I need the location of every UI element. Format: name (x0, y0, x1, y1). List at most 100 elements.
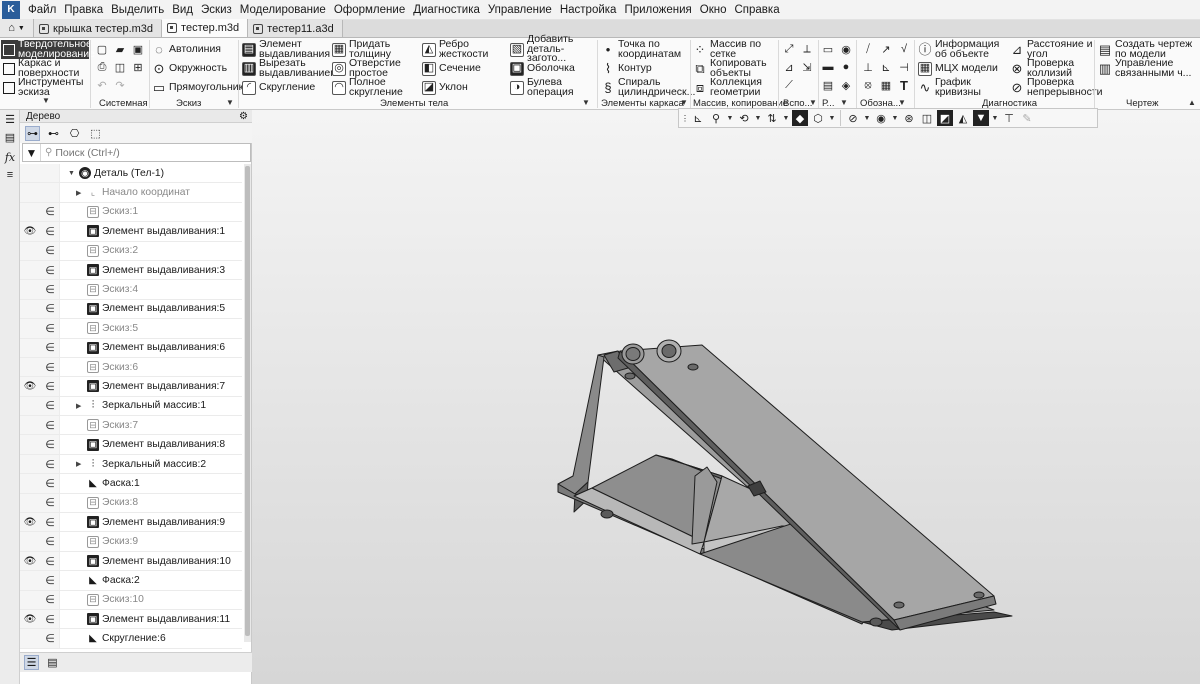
visibility-eye-icon[interactable]: 👁 (23, 381, 37, 392)
expand-arrow-icon[interactable]: ▶ (76, 402, 84, 410)
tool-rib[interactable]: ◭ Ребро жесткости (422, 39, 504, 59)
coordinate-system-icon[interactable]: ⊾ (690, 110, 706, 126)
chevron-down-icon[interactable]: ▼ (582, 98, 590, 107)
tree-row[interactable]: ∈ ◣ Скругление:6 (20, 629, 242, 649)
pan-icon[interactable]: ⇅ (764, 110, 780, 126)
3d-viewport[interactable] (252, 110, 1200, 684)
aux-point-icon[interactable]: ⟋ (781, 77, 797, 93)
include-icon[interactable]: ∈ (44, 574, 56, 587)
menu-item[interactable]: Управление (484, 0, 556, 20)
include-icon[interactable]: ∈ (44, 438, 56, 451)
scrollbar-thumb[interactable] (245, 166, 250, 636)
mode-sketch-tools[interactable]: Инструменты эскиза (1, 77, 89, 97)
chevron-down-icon[interactable]: ▼ (991, 115, 999, 122)
display-mode-icon[interactable]: ◩ (937, 110, 953, 126)
render-icon[interactable]: ◈ (838, 77, 854, 93)
dimension-icon[interactable]: ⊥ (860, 59, 876, 75)
tool-section[interactable]: ◧ Сечение (422, 59, 504, 78)
tool-add-blank[interactable]: ▧ Добавить деталь-загото... (510, 34, 600, 63)
layout-icon[interactable]: ▬ (820, 59, 836, 75)
tool-object-info[interactable]: ⓘ Информация об объекте (918, 39, 1016, 59)
tree-row[interactable]: 👁 ∈ ▣ Элемент выдавливания:10 (20, 551, 242, 572)
menu-item[interactable]: Моделирование (236, 0, 330, 20)
tree-row[interactable]: ∈ ⊟ Эскиз:7 (20, 416, 242, 436)
perspective-icon[interactable]: ◭ (955, 110, 971, 126)
menu-item[interactable]: Окно (696, 0, 731, 20)
include-icon[interactable]: ∈ (44, 205, 56, 218)
shaded-view-icon[interactable]: ◆ (792, 110, 808, 126)
layers-icon[interactable]: ▤ (820, 77, 836, 93)
sheet-icon[interactable]: ◉ (838, 41, 854, 57)
tree-row[interactable]: 👁 ∈ ▣ Элемент выдавливания:11 (20, 609, 242, 630)
measure-icon[interactable]: ⊤ (1001, 110, 1017, 126)
aux-plane-icon[interactable]: ⊿ (781, 59, 797, 75)
expand-arrow-icon[interactable]: ▶ (76, 460, 84, 468)
menu-item[interactable]: Справка (730, 0, 783, 20)
tool-boolean[interactable]: ◑ Булева операция (510, 77, 600, 97)
zoom-icon[interactable]: ⚲ (708, 110, 724, 126)
menu-item[interactable]: Диагностика (409, 0, 484, 20)
chevron-down-icon[interactable]: ▼ (680, 98, 688, 107)
tool-rectangle[interactable]: ▭ Прямоугольник (152, 78, 243, 97)
tool-cut-extrude[interactable]: ▥ Вырезать выдавливанием (242, 58, 337, 78)
layer-icon[interactable]: ▭ (820, 41, 836, 57)
tree-row[interactable]: ∈ ▣ Элемент выдавливания:8 (20, 435, 242, 455)
filter-icon[interactable]: ▼ (973, 110, 989, 126)
roughness-icon[interactable]: √ (896, 41, 912, 57)
include-icon[interactable]: ∈ (44, 593, 56, 606)
base-icon[interactable]: ⊾ (878, 59, 894, 75)
rotate-icon[interactable]: ⟲ (736, 110, 752, 126)
aux-axis-icon[interactable]: ⇲ (799, 59, 815, 75)
tool-circle[interactable]: ⊙ Окружность (152, 59, 243, 78)
menu-item[interactable]: Настройка (556, 0, 621, 20)
tree-row[interactable]: ∈ ▣ Элемент выдавливания:3 (20, 260, 242, 281)
include-icon[interactable]: ∈ (44, 225, 56, 238)
orientation-icon[interactable]: ⬡ (810, 110, 826, 126)
include-icon[interactable]: ∈ (44, 283, 56, 296)
tree-view-icon[interactable]: ☰ (24, 655, 39, 670)
tool-full-fillet[interactable]: ◠ Полное скругление (332, 77, 420, 97)
tree-row[interactable]: ∈ ▶ ⫶ Зеркальный массив:1 (20, 396, 242, 417)
save-icon[interactable]: ▣ (130, 41, 146, 57)
menu-item[interactable]: Приложения (620, 0, 695, 20)
tree-row[interactable]: ∈ ▣ Элемент выдавливания:5 (20, 299, 242, 320)
tree-row[interactable]: ∈ ⊟ Эскиз:10 (20, 590, 242, 610)
sphere-icon[interactable]: ● (838, 59, 854, 75)
tree-row[interactable]: ∈ ⊟ Эскиз:2 (20, 241, 242, 261)
tool-fillet[interactable]: ◜ Скругление (242, 78, 334, 97)
section-view-icon[interactable]: ◫ (919, 110, 935, 126)
include-icon[interactable]: ∈ (44, 399, 56, 412)
gear-icon[interactable]: ⚙ (239, 110, 248, 123)
print-icon[interactable]: ⎙ (94, 59, 110, 75)
list-view-icon[interactable]: ▤ (45, 655, 60, 670)
preview-icon[interactable]: ◫ (112, 59, 128, 75)
redo-icon[interactable]: ↷ (112, 77, 128, 93)
include-icon[interactable]: ∈ (44, 535, 56, 548)
chevron-down-icon[interactable]: ▼ (840, 98, 848, 107)
tool-helix[interactable]: § Спираль цилиндрическ... (601, 77, 695, 97)
table-icon[interactable]: ▦ (878, 77, 894, 93)
tree-structure-icon[interactable]: ⊶ (25, 125, 40, 141)
include-icon[interactable]: ∈ (44, 555, 56, 568)
tree-row[interactable]: ∈ ▶ ⫶ Зеркальный массив:2 (20, 454, 242, 475)
visibility-eye-icon[interactable]: 👁 (23, 226, 37, 237)
include-icon[interactable]: ∈ (44, 361, 56, 374)
visibility-icon[interactable]: ◉ (873, 110, 889, 126)
include-icon[interactable]: ∈ (44, 380, 56, 393)
include-icon[interactable]: ∈ (44, 613, 56, 626)
tree-row[interactable]: ∈ ◣ Фаска:2 (20, 571, 242, 591)
tab-document-2[interactable]: тестер.m3d (162, 19, 249, 37)
variables-icon[interactable]: fx (3, 150, 17, 164)
menu-item[interactable]: Вид (168, 0, 197, 20)
include-icon[interactable]: ∈ (44, 419, 56, 432)
tree-row[interactable]: ∈ ⊟ Эскиз:4 (20, 280, 242, 300)
mark-icon[interactable]: ⦻ (860, 77, 876, 93)
menu-item[interactable]: Файл (24, 0, 60, 20)
tree-row[interactable]: ∈ ⊟ Эскиз:8 (20, 493, 242, 514)
include-icon[interactable]: ∈ (44, 322, 56, 335)
open-folder-icon[interactable]: ▰ (112, 41, 128, 57)
include-icon[interactable]: ∈ (44, 477, 56, 490)
tool-continuity-check[interactable]: ⊘ Проверка непрерывности (1010, 77, 1103, 97)
include-icon[interactable]: ∈ (44, 516, 56, 529)
include-icon[interactable]: ∈ (44, 244, 56, 257)
